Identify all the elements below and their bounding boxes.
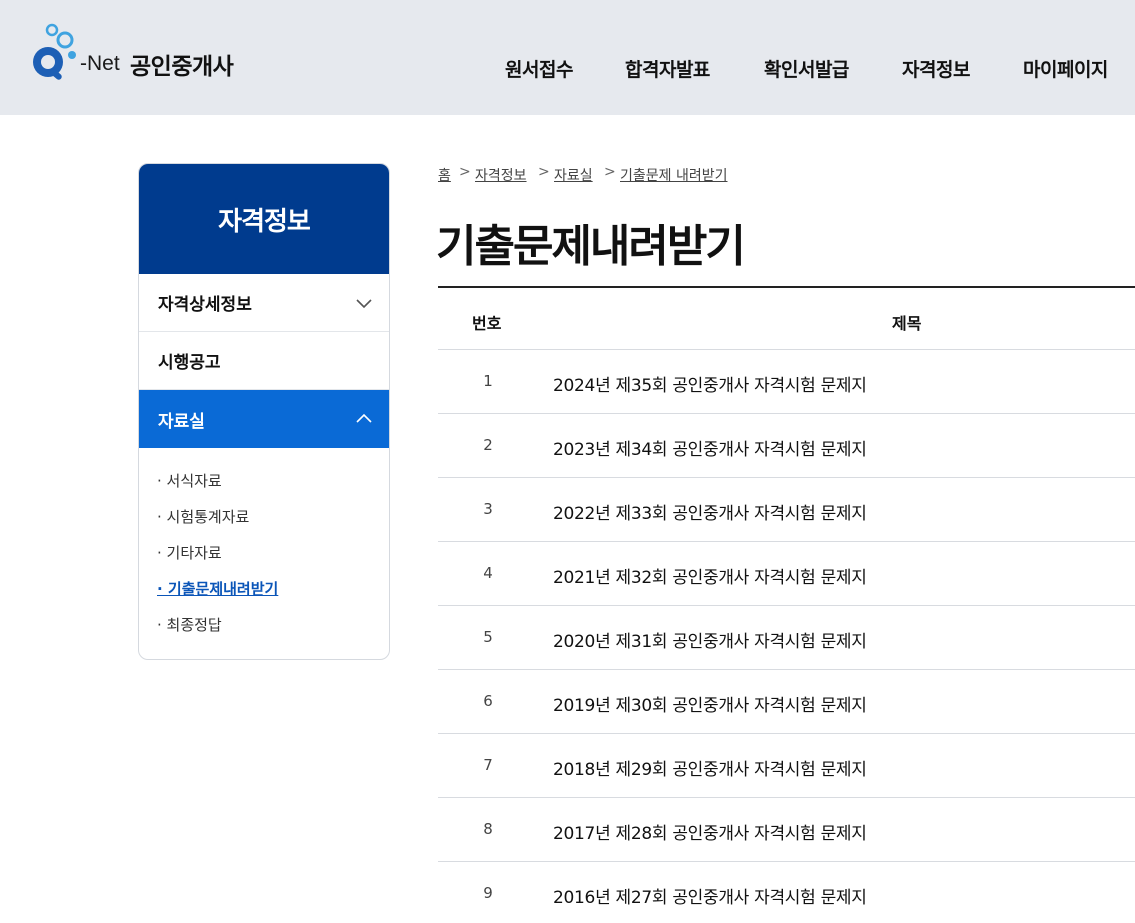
row-number: 4 — [483, 564, 493, 582]
table-row[interactable]: 5 2020년 제31회 공인중개사 자격시험 문제지 — [438, 605, 1135, 669]
table-row[interactable]: 9 2016년 제27회 공인중개사 자격시험 문제지 — [438, 861, 1135, 923]
breadcrumb-separator: > — [604, 164, 616, 180]
row-title-link[interactable]: 2023년 제34회 공인중개사 자격시험 문제지 — [553, 435, 867, 460]
sidebar: 자격정보 자격상세정보 시행공고 자료실 · 서식자료 · 시험통계자료 · 기… — [138, 163, 390, 660]
row-title-link[interactable]: 2017년 제28회 공인중개사 자격시험 문제지 — [553, 819, 867, 844]
table-row[interactable]: 6 2019년 제30회 공인중개사 자격시험 문제지 — [438, 669, 1135, 733]
row-title-link[interactable]: 2024년 제35회 공인중개사 자격시험 문제지 — [553, 371, 867, 396]
row-number: 5 — [483, 628, 493, 646]
sidebar-menu-label: 자료실 — [158, 411, 205, 432]
breadcrumb-qualification[interactable]: 자격정보 — [475, 165, 527, 185]
sidebar-menu-label: 자격상세정보 — [158, 295, 252, 315]
row-title-link[interactable]: 2016년 제27회 공인중개사 자격시험 문제지 — [553, 883, 867, 908]
row-number: 8 — [483, 820, 493, 838]
nav-item-results[interactable]: 합격자발표 — [625, 55, 710, 82]
sub-item-statistics[interactable]: · 시험통계자료 — [157, 506, 249, 527]
sidebar-menu-label: 시행공고 — [158, 353, 221, 373]
row-number: 3 — [483, 500, 493, 518]
row-title-link[interactable]: 2019년 제30회 공인중개사 자격시험 문제지 — [553, 691, 867, 716]
breadcrumb-home[interactable]: 홈 — [438, 165, 451, 185]
breadcrumb-separator: > — [459, 164, 471, 180]
breadcrumb-archive[interactable]: 자료실 — [554, 165, 593, 185]
row-number: 9 — [483, 884, 493, 902]
chevron-down-icon — [356, 299, 372, 309]
table-row[interactable]: 7 2018년 제29회 공인중개사 자격시험 문제지 — [438, 733, 1135, 797]
table-row[interactable]: 3 2022년 제33회 공인중개사 자격시험 문제지 — [438, 477, 1135, 541]
table-row[interactable]: 4 2021년 제32회 공인중개사 자격시험 문제지 — [438, 541, 1135, 605]
sidebar-menu-detail[interactable]: 자격상세정보 — [139, 274, 389, 332]
site-header: -Net 공인중개사 원서접수 합격자발표 확인서발급 자격정보 마이페이지 — [0, 0, 1135, 115]
sub-item-past-exams[interactable]: · 기출문제내려받기 — [157, 578, 278, 599]
sidebar-menu-notice[interactable]: 시행공고 — [139, 332, 389, 390]
main-nav: 원서접수 합격자발표 확인서발급 자격정보 마이페이지 — [0, 55, 1135, 83]
nav-item-mypage[interactable]: 마이페이지 — [1023, 55, 1108, 82]
chevron-up-icon — [356, 413, 372, 423]
row-title-link[interactable]: 2018년 제29회 공인중개사 자격시험 문제지 — [553, 755, 867, 780]
table-top-border — [438, 286, 1135, 288]
nav-item-certificate[interactable]: 확인서발급 — [764, 55, 849, 82]
sub-item-etc[interactable]: · 기타자료 — [157, 542, 222, 563]
nav-item-application[interactable]: 원서접수 — [505, 55, 573, 82]
breadcrumb-separator: > — [538, 164, 550, 180]
page-title: 기출문제내려받기 — [436, 221, 746, 272]
row-number: 1 — [483, 372, 493, 390]
row-title-link[interactable]: 2021년 제32회 공인중개사 자격시험 문제지 — [553, 563, 867, 588]
table-row[interactable]: 1 2024년 제35회 공인중개사 자격시험 문제지 — [438, 349, 1135, 413]
nav-item-qualification-info[interactable]: 자격정보 — [902, 55, 970, 82]
row-number: 6 — [483, 692, 493, 710]
column-header-title: 제목 — [892, 314, 922, 333]
sub-item-forms[interactable]: · 서식자료 — [157, 470, 222, 491]
table-row[interactable]: 8 2017년 제28회 공인중개사 자격시험 문제지 — [438, 797, 1135, 861]
sidebar-title: 자격정보 — [139, 164, 389, 274]
row-number: 2 — [483, 436, 493, 454]
sub-item-final-answers[interactable]: · 최종정답 — [157, 614, 222, 635]
column-header-number: 번호 — [472, 314, 502, 333]
row-number: 7 — [483, 756, 493, 774]
breadcrumb-current[interactable]: 기출문제 내려받기 — [620, 165, 728, 185]
row-title-link[interactable]: 2022년 제33회 공인중개사 자격시험 문제지 — [553, 499, 867, 524]
row-title-link[interactable]: 2020년 제31회 공인중개사 자격시험 문제지 — [553, 627, 867, 652]
sidebar-menu-archive[interactable]: 자료실 — [139, 390, 389, 448]
table-row[interactable]: 2 2023년 제34회 공인중개사 자격시험 문제지 — [438, 413, 1135, 477]
